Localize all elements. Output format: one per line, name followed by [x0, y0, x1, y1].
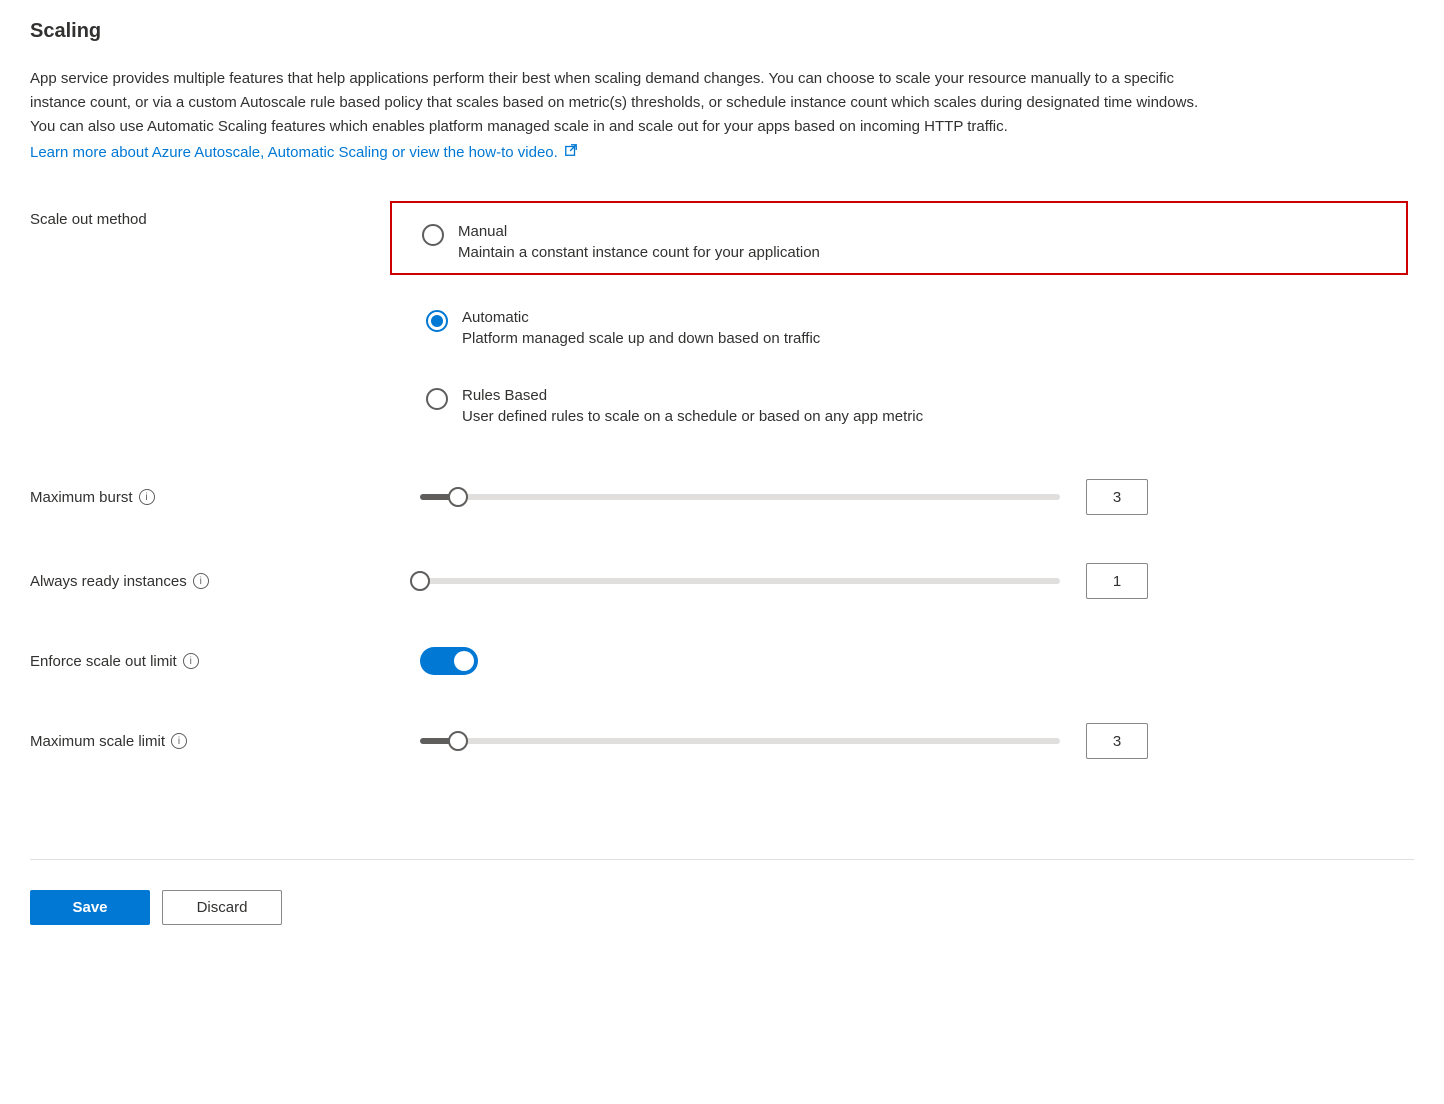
- radio-desc-rules: User defined rules to scale on a schedul…: [462, 408, 923, 425]
- enforce-limit-label: Enforce scale out limit: [30, 653, 177, 670]
- info-icon[interactable]: i: [183, 653, 199, 669]
- enforce-limit-row: Enforce scale out limit i: [30, 647, 1414, 675]
- slider-thumb[interactable]: [448, 731, 468, 751]
- discard-button[interactable]: Discard: [162, 890, 282, 925]
- always-ready-label: Always ready instances: [30, 573, 187, 590]
- maximum-scale-limit-label: Maximum scale limit: [30, 733, 165, 750]
- always-ready-input[interactable]: [1086, 563, 1148, 599]
- footer-bar: Save Discard: [30, 859, 1414, 925]
- info-icon[interactable]: i: [171, 733, 187, 749]
- maximum-burst-label: Maximum burst: [30, 489, 133, 506]
- slider-thumb[interactable]: [448, 487, 468, 507]
- radio-title-rules: Rules Based: [462, 387, 923, 404]
- info-icon[interactable]: i: [139, 489, 155, 505]
- save-button[interactable]: Save: [30, 890, 150, 925]
- page-title: Scaling: [30, 20, 1414, 43]
- radio-title-manual: Manual: [458, 223, 820, 240]
- radio-desc-automatic: Platform managed scale up and down based…: [462, 330, 820, 347]
- scaling-description: App service provides multiple features t…: [30, 67, 1200, 139]
- learn-more-link[interactable]: Learn more about Azure Autoscale, Automa…: [30, 143, 578, 161]
- maximum-burst-slider[interactable]: [420, 494, 1060, 500]
- radio-circle-rules: [426, 388, 448, 410]
- scale-out-method-label: Scale out method: [30, 211, 420, 228]
- external-link-icon: [564, 143, 578, 161]
- radio-desc-manual: Maintain a constant instance count for y…: [458, 244, 820, 261]
- maximum-scale-limit-row: Maximum scale limit i: [30, 723, 1414, 759]
- radio-text-rules: Rules Based User defined rules to scale …: [462, 387, 923, 425]
- maximum-scale-limit-input[interactable]: [1086, 723, 1148, 759]
- radio-option-manual[interactable]: Manual Maintain a constant instance coun…: [390, 201, 1408, 275]
- info-icon[interactable]: i: [193, 573, 209, 589]
- maximum-burst-input[interactable]: [1086, 479, 1148, 515]
- always-ready-slider[interactable]: [420, 578, 1060, 584]
- maximum-scale-limit-slider[interactable]: [420, 738, 1060, 744]
- toggle-thumb: [454, 651, 474, 671]
- scale-out-radio-group: Manual Maintain a constant instance coun…: [420, 211, 1414, 431]
- radio-circle-automatic: [426, 310, 448, 332]
- radio-option-rules[interactable]: Rules Based User defined rules to scale …: [420, 381, 1414, 431]
- maximum-burst-row: Maximum burst i: [30, 479, 1414, 515]
- enforce-limit-toggle[interactable]: [420, 647, 478, 675]
- learn-more-text: Learn more about Azure Autoscale, Automa…: [30, 144, 558, 161]
- slider-thumb[interactable]: [410, 571, 430, 591]
- radio-text-manual: Manual Maintain a constant instance coun…: [458, 223, 820, 261]
- scale-out-method-row: Scale out method Manual Maintain a const…: [30, 191, 1414, 431]
- radio-circle-manual: [422, 224, 444, 246]
- radio-option-automatic[interactable]: Automatic Platform managed scale up and …: [420, 303, 1414, 353]
- radio-title-automatic: Automatic: [462, 309, 820, 326]
- radio-text-automatic: Automatic Platform managed scale up and …: [462, 309, 820, 347]
- always-ready-row: Always ready instances i: [30, 563, 1414, 599]
